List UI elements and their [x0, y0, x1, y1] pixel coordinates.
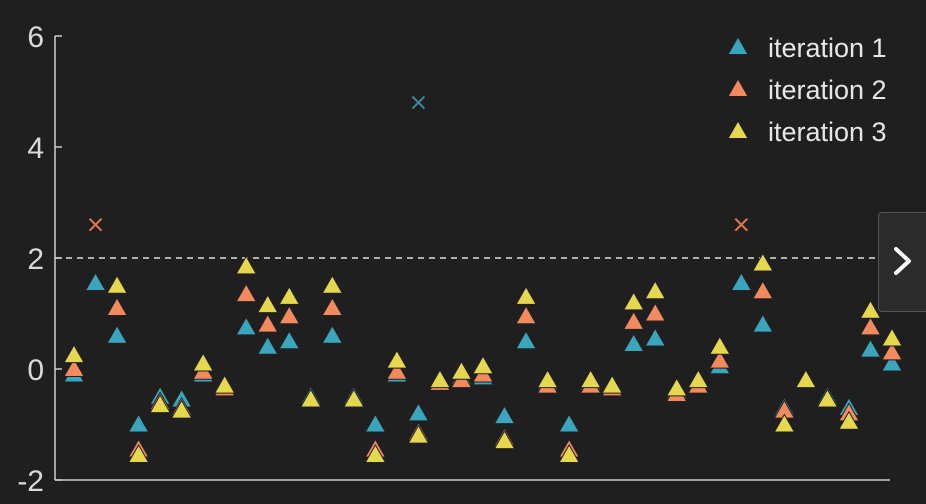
- point-series-3: [450, 360, 473, 380]
- point-series-3: [472, 355, 494, 375]
- point-series-1: [751, 313, 774, 333]
- legend-label: iteration 2: [768, 75, 887, 105]
- point-series-3: [106, 274, 128, 294]
- legend-marker: [727, 119, 749, 139]
- point-series-2: [644, 302, 667, 322]
- point-series-3: [429, 369, 451, 389]
- outlier-marker: [411, 95, 426, 110]
- point-series-3: [601, 374, 624, 394]
- y-tick-label: 0: [27, 354, 44, 387]
- point-series-1: [106, 324, 128, 344]
- point-series-3: [321, 274, 344, 294]
- legend-marker: [727, 77, 749, 97]
- point-series-3: [256, 294, 279, 314]
- y-tick-label: 6: [27, 21, 44, 54]
- point-series-2: [321, 296, 344, 316]
- point-series-1: [859, 338, 882, 358]
- point-series-3: [579, 369, 602, 389]
- point-series-1: [644, 327, 667, 347]
- point-series-1: [278, 330, 301, 350]
- point-series-3: [665, 377, 688, 397]
- point-series-2: [622, 310, 645, 330]
- point-series-3: [536, 369, 559, 389]
- point-series-3: [622, 291, 645, 311]
- point-series-3: [708, 335, 731, 355]
- point-series-3: [515, 285, 537, 305]
- chart-svg: -2 0 2 4 6 iteration 1 iteration 2 iteration 3: [17, 21, 926, 498]
- point-series-3: [63, 344, 85, 364]
- point-series-2: [256, 313, 279, 333]
- point-series-3: [386, 349, 408, 369]
- outlier-marker: [88, 217, 103, 232]
- legend-label: iteration 3: [768, 117, 887, 147]
- point-series-1: [730, 271, 753, 291]
- point-series-2: [106, 296, 128, 316]
- point-series-1: [515, 330, 537, 350]
- y-tick-label: 2: [27, 243, 44, 276]
- point-series-3: [235, 255, 258, 275]
- point-series-2: [859, 316, 882, 336]
- point-series-1: [558, 413, 580, 433]
- point-series-3: [192, 352, 215, 372]
- point-series-1: [235, 316, 258, 336]
- y-tick-label: -2: [17, 465, 44, 498]
- point-series-1: [84, 271, 107, 291]
- legend: iteration 1 iteration 2 iteration 3: [727, 33, 887, 147]
- point-series-3: [795, 369, 817, 389]
- point-series-1: [256, 335, 279, 355]
- y-tick-label: 4: [27, 132, 44, 165]
- point-series-3: [751, 252, 774, 272]
- point-series-1: [127, 413, 150, 433]
- point-series-1: [321, 324, 344, 344]
- legend-label: iteration 1: [768, 33, 887, 63]
- point-series-3: [881, 327, 903, 347]
- next-slide-button[interactable]: [878, 212, 926, 312]
- point-series-3: [278, 285, 301, 305]
- legend-marker: [727, 35, 749, 55]
- point-series-1: [364, 413, 387, 433]
- point-series-3: [687, 369, 710, 389]
- point-series-3: [213, 374, 236, 394]
- outlier-marker: [734, 217, 749, 232]
- point-series-1: [493, 405, 516, 425]
- point-series-1: [622, 333, 645, 353]
- chevron-right-icon: [894, 247, 911, 275]
- point-series-2: [515, 305, 537, 325]
- point-series-3: [644, 280, 667, 300]
- point-series-2: [235, 283, 258, 303]
- point-series-1: [407, 402, 430, 422]
- point-series-2: [751, 280, 774, 300]
- point-series-2: [278, 305, 301, 325]
- chart-marks: [63, 95, 903, 464]
